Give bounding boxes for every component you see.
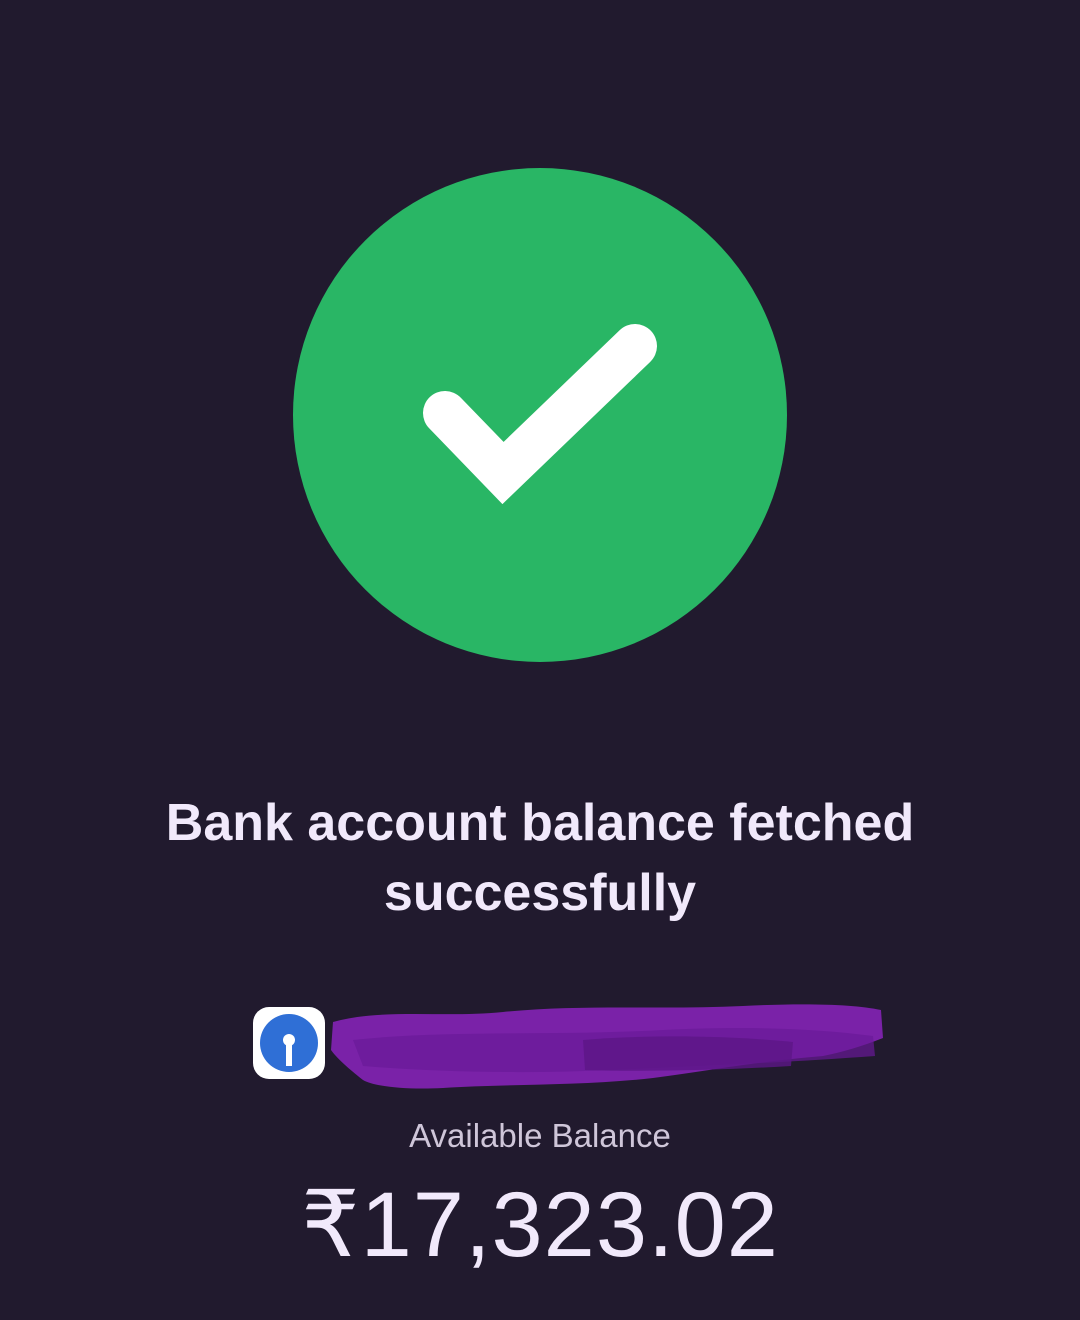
- success-circle: [293, 168, 787, 662]
- account-name-redaction: [323, 1000, 888, 1092]
- sbi-bank-logo-icon: [253, 1007, 325, 1079]
- status-title: Bank account balance fetched successfull…: [165, 794, 915, 922]
- available-balance-amount: ₹17,323.02: [301, 1174, 779, 1276]
- available-balance-label: Available Balance: [409, 1117, 671, 1154]
- check-icon: [423, 324, 657, 505]
- bank-account-row: [253, 1000, 893, 1090]
